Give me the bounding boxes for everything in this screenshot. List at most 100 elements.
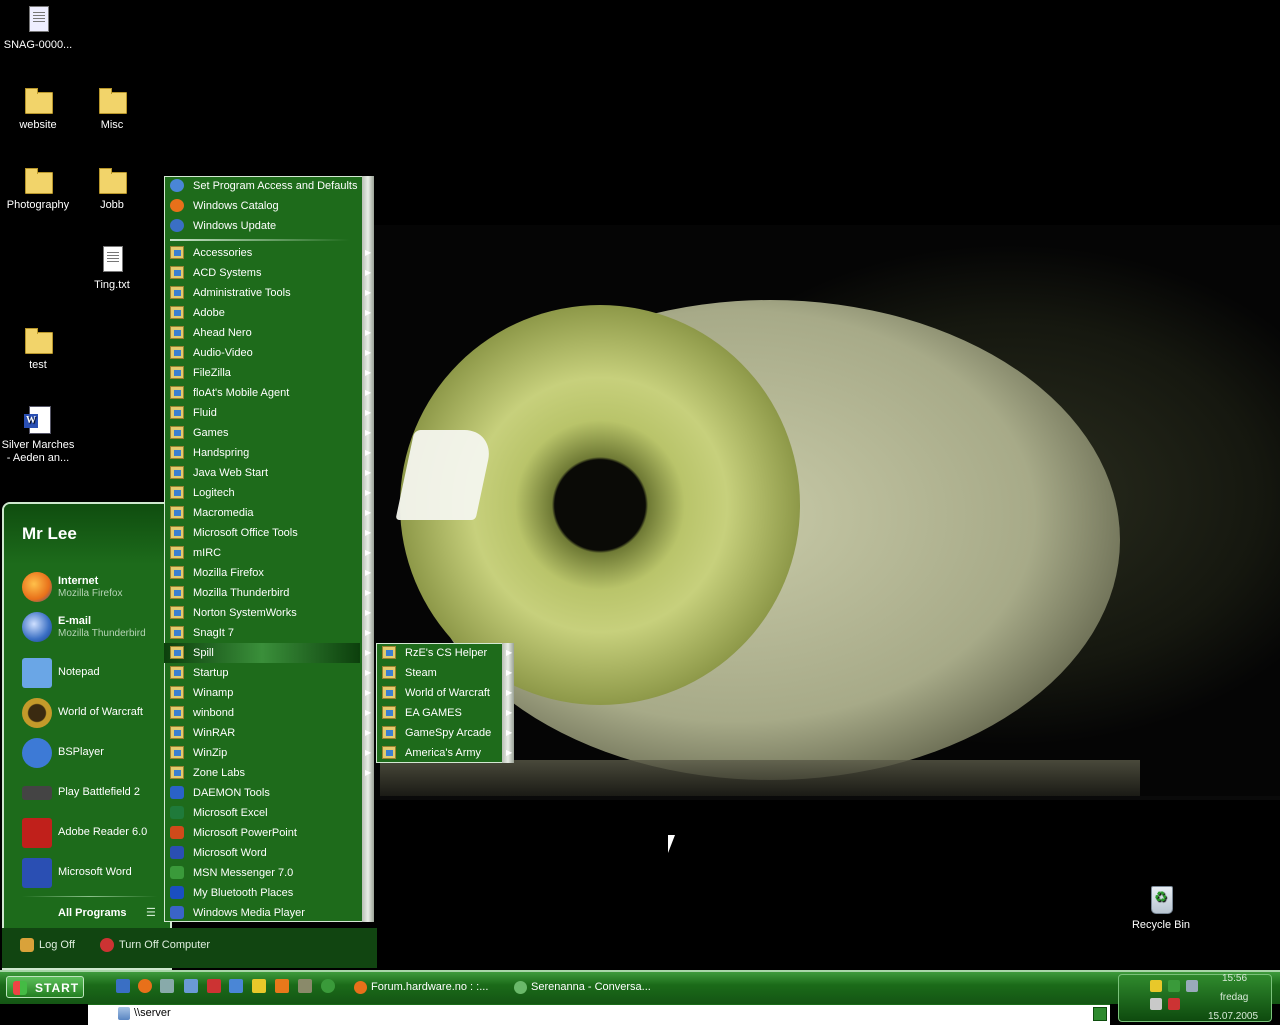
quicklaunch-vlc-icon[interactable] xyxy=(275,979,289,993)
address-bar[interactable] xyxy=(88,1004,1110,1025)
menu-item-set-program-access-and-defaults[interactable]: Set Program Access and Defaults xyxy=(164,176,360,196)
quicklaunch-network-icon[interactable] xyxy=(160,979,174,993)
menu-app-microsoft-excel[interactable]: Microsoft Excel xyxy=(164,803,360,823)
recent-world-of-warcraft[interactable]: World of Warcraft xyxy=(18,696,168,732)
ati-icon[interactable] xyxy=(1168,998,1180,1010)
program-folder-icon xyxy=(170,406,184,419)
menu-item-windows-catalog[interactable]: Windows Catalog xyxy=(164,196,360,216)
quicklaunch-ie-icon[interactable] xyxy=(116,979,130,993)
quicklaunch-refresh-icon[interactable] xyxy=(321,979,335,993)
zonealarm-icon[interactable] xyxy=(1150,980,1162,992)
recent-adobe-reader[interactable]: Adobe Reader 6.0 xyxy=(18,816,168,852)
recent-microsoft-word[interactable]: Microsoft Word xyxy=(18,856,168,892)
menu-folder-ahead-nero[interactable]: Ahead Nero ▶ xyxy=(164,323,371,343)
adobe-reader-icon xyxy=(22,818,52,848)
menu-folder-handspring[interactable]: Handspring ▶ xyxy=(164,443,371,463)
log-off-button[interactable]: Log Off xyxy=(20,938,75,952)
menu-folder-startup[interactable]: Startup ▶ xyxy=(164,663,371,683)
desktop-icon-misc[interactable]: Misc xyxy=(74,84,150,132)
quicklaunch-firefox-icon[interactable] xyxy=(138,979,152,993)
program-folder-icon xyxy=(170,586,184,599)
desktop-icon-test[interactable]: test xyxy=(0,324,76,372)
desktop-icon-recycle-bin[interactable]: Recycle Bin xyxy=(1123,884,1199,932)
menu-folder-filezilla[interactable]: FileZilla ▶ xyxy=(164,363,371,383)
menu-folder-games[interactable]: Games ▶ xyxy=(164,423,371,443)
menu-folder-snagit-7[interactable]: SnagIt 7 ▶ xyxy=(164,623,371,643)
menu-app-msn-messenger-7-0[interactable]: MSN Messenger 7.0 xyxy=(164,863,360,883)
menu-folder-audio-video[interactable]: Audio-Video ▶ xyxy=(164,343,371,363)
menu-folder-accessories[interactable]: Accessories ▶ xyxy=(164,243,371,263)
submenu-arrow-icon: ▶ xyxy=(365,528,372,537)
menu-app-windows-media-player[interactable]: Windows Media Player xyxy=(164,903,360,923)
menu-folder-mirc[interactable]: mIRC ▶ xyxy=(164,543,371,563)
desktop-icon-photography[interactable]: Photography xyxy=(0,164,76,212)
menu-folder-winbond[interactable]: winbond ▶ xyxy=(164,703,371,723)
quicklaunch-messenger-icon[interactable] xyxy=(184,979,198,993)
recent-notepad[interactable]: Notepad xyxy=(18,656,168,692)
taskbar-button-conversation[interactable]: Serenanna - Conversa... xyxy=(514,978,651,996)
menu-folder-norton-systemworks[interactable]: Norton SystemWorks ▶ xyxy=(164,603,371,623)
program-folder-icon xyxy=(170,346,184,359)
desktop-icon-website[interactable]: website xyxy=(0,84,76,132)
submenu-item-label: Steam xyxy=(405,667,437,679)
menu-folder-java-web-start[interactable]: Java Web Start ▶ xyxy=(164,463,371,483)
quicklaunch-filezilla-icon[interactable] xyxy=(207,979,221,993)
program-folder-icon xyxy=(170,366,184,379)
quicklaunch-winamp-icon[interactable] xyxy=(298,979,312,993)
menu-item-label: winbond xyxy=(193,707,234,719)
menu-app-microsoft-word[interactable]: Microsoft Word xyxy=(164,843,360,863)
address-go-icon[interactable] xyxy=(1093,1007,1107,1021)
submenu-item-rze-s-cs-helper[interactable]: RzE's CS Helper ▶ xyxy=(376,643,512,663)
taskbar-button-forum[interactable]: Forum.hardware.no : :... xyxy=(354,978,488,996)
submenu-item-world-of-warcraft[interactable]: World of Warcraft ▶ xyxy=(376,683,512,703)
quicklaunch-warning-icon[interactable] xyxy=(252,979,266,993)
menu-folder-float-s-mobile-agent[interactable]: floAt's Mobile Agent ▶ xyxy=(164,383,371,403)
speaker-icon[interactable] xyxy=(1186,980,1198,992)
menu-folder-microsoft-office-tools[interactable]: Microsoft Office Tools ▶ xyxy=(164,523,371,543)
pinned-email[interactable]: E-mail Mozilla Thunderbird xyxy=(18,610,168,646)
recent-bsplayer[interactable]: BSPlayer xyxy=(18,736,168,772)
submenu-arrow-icon: ▶ xyxy=(365,708,372,717)
quicklaunch-docs-icon[interactable] xyxy=(229,979,243,993)
program-folder-icon xyxy=(170,566,184,579)
menu-folder-winamp[interactable]: Winamp ▶ xyxy=(164,683,371,703)
menu-folder-acd-systems[interactable]: ACD Systems ▶ xyxy=(164,263,371,283)
windows-flag-icon xyxy=(13,981,27,995)
menu-item-windows-update[interactable]: Windows Update xyxy=(164,216,360,236)
menu-folder-mozilla-thunderbird[interactable]: Mozilla Thunderbird ▶ xyxy=(164,583,371,603)
menu-app-microsoft-powerpoint[interactable]: Microsoft PowerPoint xyxy=(164,823,360,843)
network-icon[interactable] xyxy=(1168,980,1180,992)
desktop-icon-silver-marches[interactable]: W Silver Marches - Aeden an... xyxy=(0,404,76,465)
menu-folder-winrar[interactable]: WinRAR ▶ xyxy=(164,723,371,743)
monitor-icon[interactable] xyxy=(1150,998,1162,1010)
menu-folder-fluid[interactable]: Fluid ▶ xyxy=(164,403,371,423)
pinned-internet[interactable]: Internet Mozilla Firefox xyxy=(18,570,168,606)
submenu-arrow-icon: ▶ xyxy=(365,268,372,277)
menu-app-my-bluetooth-places[interactable]: My Bluetooth Places xyxy=(164,883,360,903)
desktop-icon-ting[interactable]: Ting.txt xyxy=(74,244,150,292)
all-programs-button[interactable]: All Programs xyxy=(58,907,126,919)
menu-folder-winzip[interactable]: WinZip ▶ xyxy=(164,743,371,763)
submenu-item-steam[interactable]: Steam ▶ xyxy=(376,663,512,683)
menu-folder-administrative-tools[interactable]: Administrative Tools ▶ xyxy=(164,283,371,303)
menu-app-daemon-tools[interactable]: DAEMON Tools xyxy=(164,783,360,803)
start-button[interactable]: START xyxy=(6,976,84,998)
submenu-item-ea-games[interactable]: EA GAMES ▶ xyxy=(376,703,512,723)
menu-item-label: Microsoft PowerPoint xyxy=(193,827,297,839)
submenu-item-gamespy-arcade[interactable]: GameSpy Arcade ▶ xyxy=(376,723,512,743)
menu-item-label: DAEMON Tools xyxy=(193,787,270,799)
clock-time[interactable]: 15:56 xyxy=(1222,973,1247,984)
menu-folder-adobe[interactable]: Adobe ▶ xyxy=(164,303,371,323)
recent-battlefield[interactable]: Play Battlefield 2 xyxy=(18,776,168,812)
program-folder-icon xyxy=(170,666,184,679)
menu-folder-macromedia[interactable]: Macromedia ▶ xyxy=(164,503,371,523)
menu-folder-logitech[interactable]: Logitech ▶ xyxy=(164,483,371,503)
submenu-item-america-s-army[interactable]: America's Army ▶ xyxy=(376,743,512,763)
menu-folder-mozilla-firefox[interactable]: Mozilla Firefox ▶ xyxy=(164,563,371,583)
menu-folder-spill[interactable]: Spill ▶ xyxy=(164,643,371,663)
desktop-icon-snag[interactable]: SNAG-0000... xyxy=(0,4,76,52)
turn-off-button[interactable]: Turn Off Computer xyxy=(100,938,210,952)
address-input[interactable]: \\server xyxy=(134,1007,171,1019)
desktop-icon-jobb[interactable]: Jobb xyxy=(74,164,150,212)
menu-folder-zone-labs[interactable]: Zone Labs ▶ xyxy=(164,763,371,783)
